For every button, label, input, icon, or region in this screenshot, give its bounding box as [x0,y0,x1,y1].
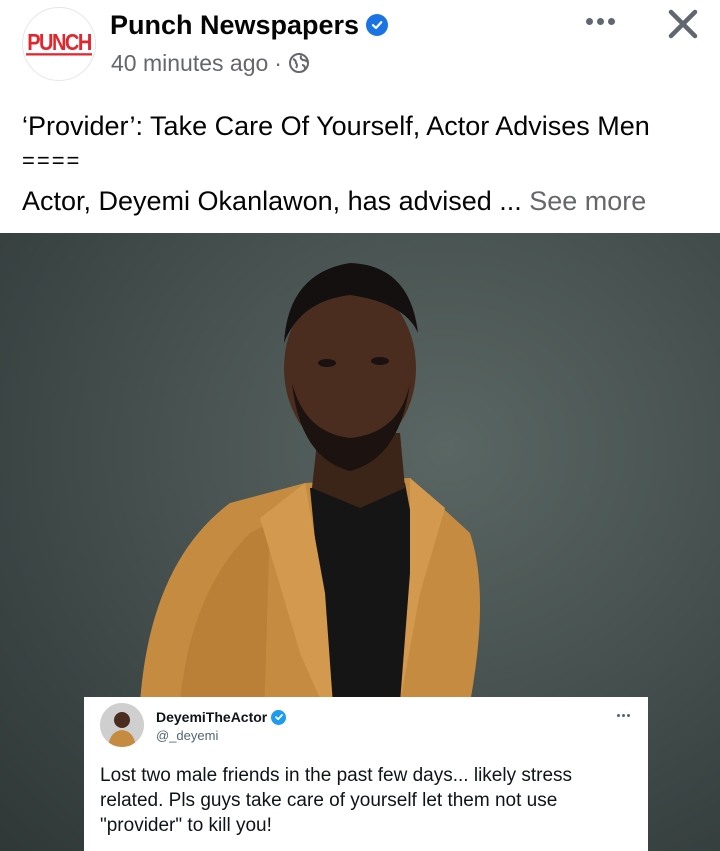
tweet-display-name[interactable]: DeyemiTheActor [156,709,267,725]
meta-separator: · [274,50,282,76]
post-header: PUNCH Punch Newspapers 40 minutes ago · [0,0,720,96]
post-timestamp[interactable]: 40 minutes ago [111,48,268,78]
tweet-text: Lost two male friends in the past few da… [100,765,573,836]
excerpt-text: Actor, Deyemi Okanlawon, has advised ... [22,186,530,216]
tweet-verified-icon [271,709,287,725]
dot [596,17,604,25]
tweet-more-icon [612,707,634,723]
close-icon [668,9,698,39]
tweet-handle[interactable]: @_deyemi [156,728,218,743]
post-divider-text: ==== [22,148,82,173]
more-options-button[interactable] [576,6,624,36]
page-name-row: Punch Newspapers [110,8,389,42]
post-meta: 40 minutes ago · [111,48,310,78]
post-excerpt: Actor, Deyemi Okanlawon, has advised ...… [22,182,646,220]
dot [585,17,593,25]
tweet-avatar[interactable] [100,703,144,747]
page-avatar[interactable]: PUNCH [22,7,96,81]
punch-logo: PUNCH [26,30,92,56]
see-more-link[interactable]: See more [529,186,646,216]
tweet-name-row: DeyemiTheActor [156,709,287,725]
post-photo[interactable]: DeyemiTheActor @_deyemi Lost two male fr… [0,233,720,851]
embedded-tweet-card: DeyemiTheActor @_deyemi Lost two male fr… [84,697,648,851]
post-headline: ‘Provider’: Take Care Of Yourself, Actor… [22,111,650,141]
verified-badge-icon [366,14,389,36]
page-name[interactable]: Punch Newspapers [110,8,359,42]
dot [607,17,615,25]
globe-icon [288,52,310,74]
close-button[interactable] [664,5,702,43]
